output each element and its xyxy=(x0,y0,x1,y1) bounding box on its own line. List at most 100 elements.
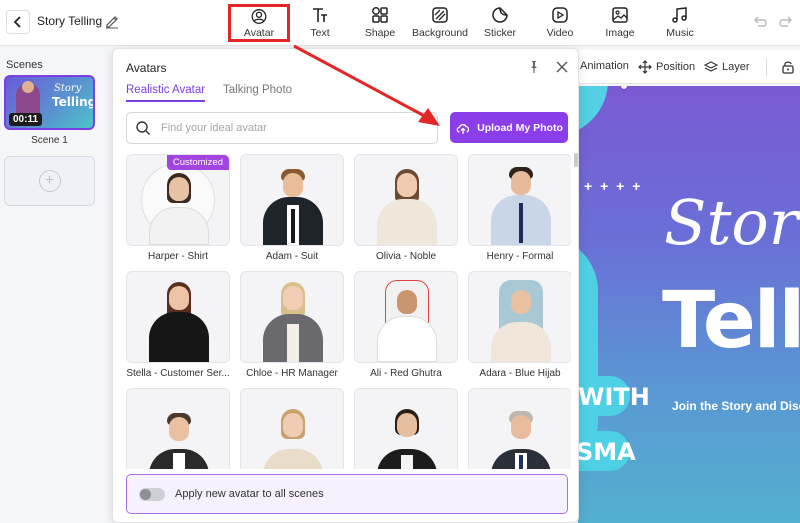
layer-button[interactable]: Layer xyxy=(704,60,750,74)
avatar-body xyxy=(149,312,209,362)
avatar-shirt xyxy=(287,324,299,362)
avatar-face xyxy=(397,413,417,437)
scene-thumbnail[interactable]: Story Telling 00:11 xyxy=(4,75,95,130)
apply-all-label: Apply new avatar to all scenes xyxy=(175,488,324,500)
avatar-body xyxy=(377,199,437,245)
close-icon[interactable] xyxy=(555,60,569,74)
search-box[interactable] xyxy=(126,112,438,144)
upload-photo-button[interactable]: Upload My Photo xyxy=(450,112,568,143)
tool-label: Music xyxy=(666,27,694,39)
tool-label: Background xyxy=(411,27,469,39)
pill-text: SMA xyxy=(578,438,636,466)
thumb-subtitle: Telling xyxy=(52,95,95,109)
avatar-name: Chloe - HR Manager xyxy=(246,368,338,379)
video-icon xyxy=(552,7,568,23)
move-icon xyxy=(638,60,652,74)
lock-icon[interactable] xyxy=(780,59,796,75)
tool-sticker[interactable]: Sticker xyxy=(469,4,531,42)
grid-scrollbar[interactable] xyxy=(574,153,578,167)
tool-label: Sticker xyxy=(483,27,517,39)
tool-label: Shape xyxy=(364,27,396,39)
avatar-card[interactable] xyxy=(240,388,344,469)
avatar-name: Olivia - Noble xyxy=(375,251,437,262)
decor-dots: + + + + xyxy=(584,178,643,194)
canvas-heading[interactable]: Tellir xyxy=(662,276,800,366)
avatar-card-olivia[interactable] xyxy=(354,154,458,246)
project-title: Story Telling xyxy=(37,14,103,28)
avatar-face xyxy=(169,286,189,310)
position-button[interactable]: Position xyxy=(638,60,695,74)
avatar-face xyxy=(511,290,531,314)
redo-icon[interactable] xyxy=(777,13,795,31)
top-toolbar: Story Telling Avatar Text Shape Backgrou… xyxy=(0,0,800,46)
avatar-name: Ali - Red Ghutra xyxy=(370,368,442,379)
tool-background[interactable]: Background xyxy=(409,4,471,42)
customized-badge: Customized xyxy=(166,155,229,170)
canvas-preview[interactable]: + + + + Stor Tellir Join the Story and D… xyxy=(578,86,800,523)
tool-video[interactable]: Video xyxy=(529,4,591,42)
layer-icon xyxy=(704,61,718,72)
text-icon xyxy=(313,8,327,22)
search-input[interactable] xyxy=(161,122,431,134)
avatar-card-adam[interactable] xyxy=(240,154,344,246)
canvas-pill-sma[interactable]: SMA xyxy=(578,431,636,471)
avatar-tie xyxy=(519,203,523,243)
avatar-shirt xyxy=(401,455,413,469)
avatar-card-henry[interactable] xyxy=(468,154,571,246)
chevron-left-icon xyxy=(13,16,21,28)
avatar-card[interactable] xyxy=(126,388,230,469)
tool-label: Image xyxy=(605,27,635,39)
avatar-shirt xyxy=(173,453,185,469)
apply-all-toggle[interactable] xyxy=(139,487,165,501)
avatar-card-chloe[interactable] xyxy=(240,271,344,363)
avatar-body xyxy=(377,316,437,362)
tool-text[interactable]: Text xyxy=(289,4,351,42)
avatar-card-adara[interactable] xyxy=(468,271,571,363)
avatar-name: Adam - Suit xyxy=(265,251,319,262)
position-label: Position xyxy=(656,61,696,73)
avatar-name: Henry - Formal xyxy=(486,251,554,262)
avatar-face xyxy=(169,177,189,201)
back-button[interactable] xyxy=(6,10,30,34)
avatar-card-ali[interactable] xyxy=(354,271,458,363)
avatar-body xyxy=(263,449,323,469)
avatar-tie xyxy=(519,455,523,469)
avatar-face xyxy=(283,173,303,197)
avatar-card[interactable] xyxy=(354,388,458,469)
avatar-icon xyxy=(251,9,267,24)
animation-button[interactable]: Animation xyxy=(580,60,629,72)
search-icon xyxy=(136,121,150,135)
avatar-card[interactable] xyxy=(468,388,571,469)
avatar-card-harper[interactable]: Customized xyxy=(126,154,230,246)
pin-icon[interactable] xyxy=(527,60,541,74)
tool-image[interactable]: Image xyxy=(589,4,651,42)
avatar-face xyxy=(283,286,303,310)
sticker-icon xyxy=(492,7,508,23)
canvas-subtitle[interactable]: Join the Story and Discov xyxy=(672,399,800,413)
avatar-face xyxy=(397,290,417,314)
avatar-card-stella[interactable] xyxy=(126,271,230,363)
tool-label: Text xyxy=(310,27,330,39)
avatar-panel: Avatars Realistic Avatar Talking Photo U… xyxy=(112,48,579,523)
thumb-avatar-head xyxy=(22,81,34,93)
avatar-name: Harper - Shirt xyxy=(147,251,208,262)
canvas-pill-with[interactable]: WITH xyxy=(578,376,650,416)
canvas-title[interactable]: Stor xyxy=(664,186,798,259)
tool-shape[interactable]: Shape xyxy=(349,4,411,42)
tab-realistic-avatar[interactable]: Realistic Avatar xyxy=(126,84,206,102)
undo-icon[interactable] xyxy=(751,13,769,31)
edit-title-icon[interactable] xyxy=(104,13,120,29)
add-scene-button[interactable]: + xyxy=(4,156,95,206)
pill-text: WITH xyxy=(578,383,650,411)
tool-avatar[interactable]: Avatar xyxy=(228,4,290,42)
tab-talking-photo[interactable]: Talking Photo xyxy=(223,84,292,100)
avatar-face xyxy=(397,173,417,197)
divider xyxy=(766,58,767,76)
tool-music[interactable]: Music xyxy=(649,4,711,42)
tool-label: Avatar xyxy=(243,27,275,39)
selection-handle[interactable] xyxy=(620,86,628,90)
avatar-body xyxy=(491,322,551,362)
avatar-face xyxy=(283,413,303,437)
scenes-title: Scenes xyxy=(6,59,43,71)
plus-icon: + xyxy=(38,170,61,192)
